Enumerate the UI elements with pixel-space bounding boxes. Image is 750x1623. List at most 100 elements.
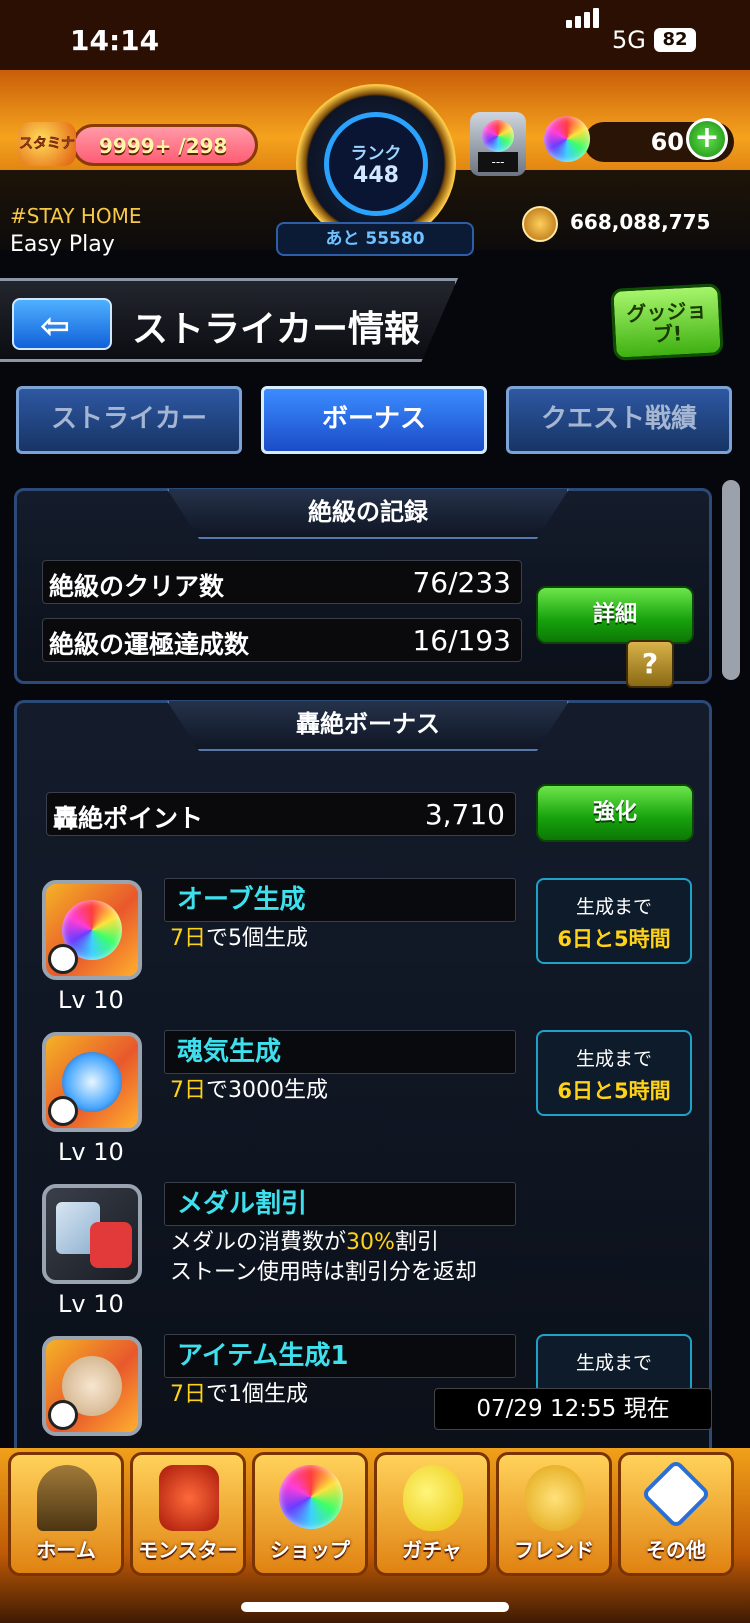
nav-gacha[interactable]: ガチャ: [374, 1452, 490, 1576]
nav-home[interactable]: ホーム: [8, 1452, 124, 1576]
nav-label: その他: [646, 1538, 706, 1562]
stat-value: 76/233: [412, 566, 511, 599]
timer-label: 生成まで: [575, 1048, 652, 1070]
page-title: ストライカー情報: [132, 309, 421, 350]
medal-discount-icon[interactable]: [42, 1184, 142, 1284]
bonus-desc-highlight: 7日: [170, 1078, 206, 1103]
rank-label: ランク: [350, 144, 402, 164]
bonus-desc-text: 割引: [394, 1230, 439, 1255]
bonus-name: オーブ生成: [164, 878, 516, 922]
generation-timer: 生成まで 6日と5時間: [536, 1030, 692, 1116]
tagline: #STAY HOME: [10, 204, 142, 228]
item-slot-value: ---: [478, 152, 518, 172]
bonus-desc-highlight: 7日: [170, 1382, 206, 1407]
stat-row: 絶級のクリア数 76/233: [42, 560, 522, 604]
item-generation-icon[interactable]: [42, 1336, 142, 1436]
bonus-description: 7日で5個生成: [170, 924, 308, 954]
status-time: 14:14: [70, 24, 160, 57]
bonus-desc-text: で5個生成: [206, 926, 308, 951]
home-gate-icon: [37, 1465, 97, 1531]
bonus-description: メダルの消費数が30%割引ストーン使用時は割引分を返却: [170, 1228, 477, 1288]
soul-generation-icon[interactable]: [42, 1032, 142, 1132]
status-bar: 14:14 5G 82: [0, 0, 750, 70]
scrollbar[interactable]: [722, 480, 740, 680]
stat-value: 16/193: [412, 624, 511, 657]
nav-monster[interactable]: モンスター: [130, 1452, 246, 1576]
bonus-level: Lv 10: [58, 1138, 124, 1166]
timer-label: 生成まで: [575, 896, 652, 918]
generation-timer: 生成まで: [536, 1334, 692, 1394]
play-mode: Easy Play: [10, 232, 115, 257]
points-value: 3,710: [424, 798, 505, 831]
question-icon: [640, 1458, 712, 1530]
rank-badge[interactable]: ランク 448: [296, 84, 456, 244]
network-label: 5G: [612, 26, 646, 54]
panel-heading: 絶級の記録: [167, 489, 569, 539]
bonus-desc-text: ストーン使用時は割引分を返却: [170, 1260, 477, 1285]
back-button[interactable]: ⇦: [12, 298, 112, 350]
item-slot[interactable]: ---: [470, 112, 526, 176]
nav-shop[interactable]: ショップ: [252, 1452, 368, 1576]
generation-timer: 生成まで 6日と5時間: [536, 878, 692, 964]
bonus-desc-text: で1個生成: [206, 1382, 308, 1407]
tab-bonus[interactable]: ボーナス: [261, 386, 487, 454]
gold-amount: 668,088,775: [570, 210, 711, 234]
bonus-desc-text: メダルの消費数が: [170, 1230, 347, 1255]
nav-label: ホーム: [36, 1538, 96, 1562]
nav-other[interactable]: その他: [618, 1452, 734, 1576]
nav-label: ショップ: [270, 1538, 350, 1562]
rank-next-exp: あと 55580: [276, 222, 474, 256]
orb-icon: [279, 1465, 343, 1529]
timer-value: 6日と5時間: [557, 927, 671, 951]
egg-icon: [403, 1465, 463, 1531]
bonus-desc-text: で3000生成: [206, 1078, 328, 1103]
stat-label: 絶級の運極達成数: [49, 630, 250, 659]
friends-icon: [525, 1465, 585, 1531]
points-label: 轟絶ポイント: [53, 804, 204, 833]
stamina-value: 9999+: [99, 134, 172, 158]
timer-value: 6日と5時間: [557, 1079, 671, 1103]
nav-friend[interactable]: フレンド: [496, 1452, 612, 1576]
monster-icon: [159, 1465, 219, 1531]
item-orb-icon: [482, 120, 514, 152]
tab-quest-record[interactable]: クエスト戦績: [506, 386, 732, 454]
stat-label: 絶級のクリア数: [49, 572, 225, 601]
tab-striker[interactable]: ストライカー: [16, 386, 242, 454]
nav-label: モンスター: [138, 1538, 238, 1562]
nav-label: ガチャ: [402, 1538, 462, 1562]
timestamp-label: 07/29 12:55 現在: [434, 1388, 712, 1430]
bonus-description: 7日で1個生成: [170, 1380, 308, 1410]
stat-row: 絶級の運極達成数 16/193: [42, 618, 522, 662]
gold-coin-icon: [522, 206, 558, 242]
game-header: 9999+ /298 スタミナ ランク 448 あと 55580 --- 60 …: [0, 70, 750, 257]
rank-value: 448: [353, 163, 399, 188]
back-arrow-icon: ⇦: [40, 306, 71, 347]
buy-orb-button[interactable]: +: [686, 118, 728, 160]
clock-icon: [48, 1400, 78, 1430]
bonus-description: 7日で3000生成: [170, 1076, 328, 1106]
bonus-level: Lv 10: [58, 1290, 124, 1318]
stamina-icon: スタミナ: [18, 122, 76, 166]
nav-label: フレンド: [514, 1538, 594, 1562]
orb-count: 60: [650, 128, 684, 156]
bonus-level: Lv 10: [58, 986, 124, 1014]
clock-icon: [48, 944, 78, 974]
stamina-bar[interactable]: 9999+ /298: [72, 124, 258, 166]
orb-generation-icon[interactable]: [42, 880, 142, 980]
help-button[interactable]: ?: [626, 640, 674, 688]
bonus-desc-highlight: 7日: [170, 926, 206, 951]
bonus-name: 魂気生成: [164, 1030, 516, 1074]
stamina-max: /298: [178, 134, 228, 158]
upgrade-button[interactable]: 強化: [536, 784, 694, 842]
home-indicator[interactable]: [241, 1602, 509, 1612]
bonus-name: メダル割引: [164, 1182, 516, 1226]
detail-button[interactable]: 詳細: [536, 586, 694, 644]
good-job-button[interactable]: グッジョブ!: [610, 283, 724, 361]
clock-icon: [48, 1096, 78, 1126]
timer-label: 生成まで: [575, 1352, 652, 1374]
panel-heading: 轟絶ボーナス: [167, 701, 569, 751]
battery-icon: 82: [654, 28, 696, 52]
orb-icon: [544, 116, 590, 162]
bonus-name: アイテム生成1: [164, 1334, 516, 1378]
bonus-desc-highlight: 30%: [346, 1230, 395, 1255]
